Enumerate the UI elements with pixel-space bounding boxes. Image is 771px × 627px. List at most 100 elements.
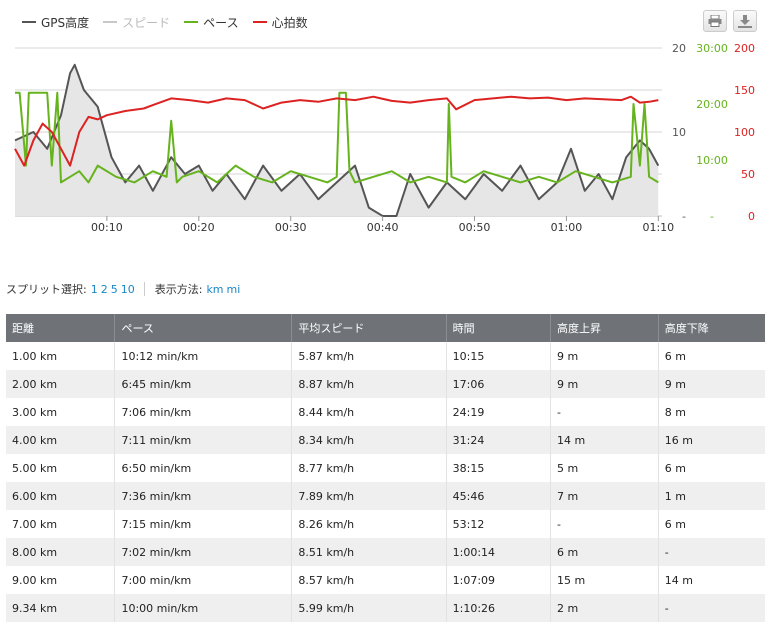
table-cell: 7:15 min/km — [114, 510, 292, 538]
table-cell: 4.00 km — [6, 426, 115, 454]
table-row: 8.00 km 7:02 min/km 8.51 km/h 1:00:14 6 m- — [6, 538, 765, 566]
table-cell: - — [657, 538, 765, 566]
download-icon — [738, 14, 752, 28]
table-cell: 9.34 km — [6, 594, 115, 622]
table-header-row: 距離 ペース 平均スピード 時間 高度上昇 高度下降 — [6, 314, 765, 342]
legend-label: GPS高度 — [41, 15, 90, 30]
pace-tick-label: 20:00 — [696, 98, 728, 111]
legend-label: スピード — [122, 15, 171, 30]
table-row: 9.00 km 7:00 min/km 8.57 km/h 1:07:09 15 m 14… — [6, 566, 765, 594]
table-cell: 5.00 km — [12, 461, 58, 475]
table-cell: 7.00 km — [12, 517, 58, 531]
unit-option-link[interactable]: mi — [227, 283, 241, 296]
column-header: 高度下降 — [657, 314, 765, 342]
table-cell: - — [550, 510, 659, 538]
table-cell: 6:45 min/km — [114, 370, 292, 398]
table-cell: 9 m — [550, 342, 659, 370]
table-cell: 6.00 km — [6, 482, 115, 510]
heart_rate-tick-label: 200 — [734, 42, 755, 55]
split-label: スプリット選択: — [6, 283, 87, 296]
table-cell: 5.87 km/h — [291, 342, 447, 370]
split-option-link[interactable]: 2 — [101, 283, 108, 296]
x-tick-label: 01:00 — [551, 221, 583, 234]
split-option-link[interactable]: 10 — [121, 283, 135, 296]
chart-toolbar — [703, 10, 757, 32]
heart_rate-tick-label: 0 — [748, 210, 755, 223]
table-cell: 8.57 km/h — [291, 566, 447, 594]
table-row: 5.00 km 6:50 min/km 8.77 km/h 38:15 5 m6 m — [6, 454, 765, 482]
table-cell: 1:07:09 — [445, 566, 551, 594]
table-cell: 45:46 — [445, 482, 551, 510]
legend-swatch — [184, 21, 199, 23]
divider — [143, 282, 145, 296]
x-tick-label: 00:20 — [183, 221, 215, 234]
legend-item[interactable]: 心拍数 — [252, 13, 308, 31]
split-option-link[interactable]: 5 — [111, 283, 118, 296]
table-cell: 8.44 km/h — [291, 398, 447, 426]
chart-legend: GPS高度 スピード ペース 心拍数 — [22, 13, 308, 31]
heart_rate-tick-label: 150 — [734, 84, 755, 97]
x-tick-label: 01:10 — [642, 221, 674, 234]
heart_rate-tick-label: 100 — [734, 126, 755, 139]
table-cell: 7.89 km/h — [291, 482, 447, 510]
table-cell: 6 m — [550, 538, 659, 566]
table-cell: 1:10:26 — [445, 594, 551, 622]
pace-tick-label: - — [710, 210, 714, 223]
table-cell: 16 m — [657, 426, 765, 454]
table-cell: 1:00:14 — [445, 538, 551, 566]
column-header: 距離 — [6, 314, 115, 342]
table-cell: 7:00 min/km — [114, 566, 292, 594]
table-cell: 8.77 km/h — [291, 454, 447, 482]
pace-tick-label: 30:00 — [696, 42, 728, 55]
table-cell: 8 m — [657, 398, 765, 426]
table-cell: 2.00 km — [6, 370, 115, 398]
table-row: 7.00 km 7:15 min/km 8.26 km/h 53:12-6 m — [6, 510, 765, 538]
legend-item[interactable]: ペース — [184, 13, 239, 31]
column-header: ペース — [114, 314, 292, 342]
table-cell: 8.26 km/h — [291, 510, 447, 538]
chart-series — [14, 63, 660, 217]
activity-chart: 00:10 00:20 00:30 00:40 00:50 01:00 01:10 20 10 -… — [14, 42, 755, 234]
table-cell: 15 m — [550, 566, 659, 594]
table-row: 4.00 km 7:11 min/km 8.34 km/h 31:24 14 m 16 m — [6, 426, 765, 454]
table-cell: 5.99 km/h — [291, 594, 447, 622]
legend-swatch — [252, 21, 267, 23]
elevation-tick-label: - — [682, 210, 686, 223]
splits-table: 距離 ペース 平均スピード 時間 高度上昇 高度下降 1.00 km 10:12 min/k… — [6, 314, 765, 622]
table-cell: 6 m — [657, 342, 765, 370]
table-body: 1.00 km 10:12 min/km 5.87 km/h 10:15 9 m6 m2… — [6, 342, 765, 622]
split-option-link[interactable]: 1 — [91, 283, 98, 296]
print-button[interactable] — [703, 10, 727, 32]
pace-tick-label: 10:00 — [696, 154, 728, 167]
elevation-area — [15, 64, 659, 216]
table-row: 9.34 km 10:00 min/km 5.99 km/h 1:10:26 2 m- — [6, 594, 765, 622]
x-tick-label: 00:30 — [275, 221, 307, 234]
x-tick-label: 00:50 — [459, 221, 491, 234]
table-cell: 6 m — [657, 454, 765, 482]
table-cell: 8.51 km/h — [291, 538, 447, 566]
table-cell: 9.00 km — [12, 573, 58, 587]
legend-item[interactable]: GPS高度 — [22, 13, 89, 31]
legend-label: ペース — [203, 15, 239, 30]
legend-item[interactable]: スピード — [103, 13, 170, 31]
table-cell: 7:11 min/km — [114, 426, 292, 454]
table-cell: 3.00 km — [12, 405, 58, 419]
table-cell: 24:19 — [445, 398, 551, 426]
table-cell: 17:06 — [445, 370, 551, 398]
download-button[interactable] — [733, 10, 757, 32]
x-tick-label: 00:10 — [91, 221, 123, 234]
table-cell: 14 m — [657, 566, 765, 594]
table-cell: - — [657, 594, 765, 622]
column-header: 高度上昇 — [550, 314, 659, 342]
table-cell: 1 m — [657, 482, 765, 510]
table-cell: 7:06 min/km — [114, 398, 292, 426]
table-cell: 9 m — [657, 370, 765, 398]
unit-option-link[interactable]: km — [206, 283, 223, 296]
table-cell: 6:50 min/km — [114, 454, 292, 482]
table-cell: 9 m — [550, 370, 659, 398]
table-cell: 53:12 — [445, 510, 551, 538]
table-cell: 1.00 km — [12, 349, 58, 363]
table-cell: 14 m — [550, 426, 659, 454]
legend-swatch — [22, 21, 36, 23]
table-cell: 8.87 km/h — [291, 370, 447, 398]
